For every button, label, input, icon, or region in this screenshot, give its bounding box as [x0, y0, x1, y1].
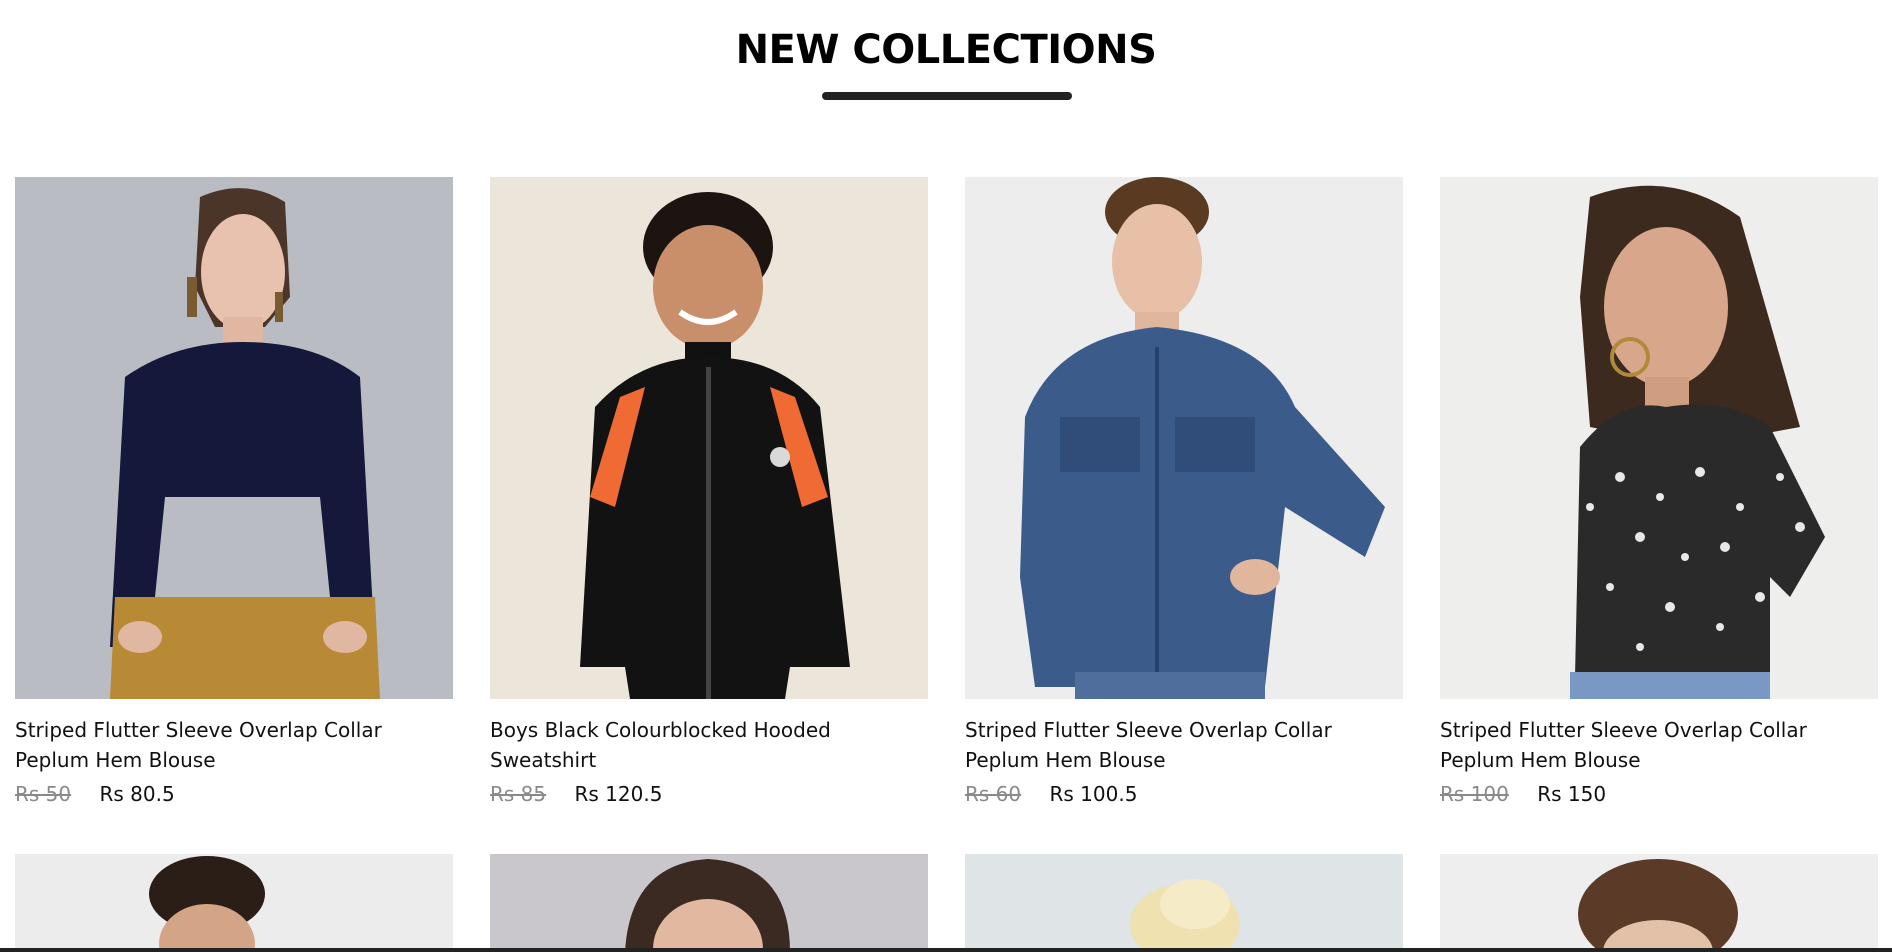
title-underline — [822, 92, 1072, 100]
woman-blonde-hair-image — [965, 854, 1403, 952]
product-prices: Rs 50 Rs 80.5 — [15, 781, 453, 807]
product-image[interactable] — [965, 854, 1403, 952]
product-name[interactable]: Striped Flutter Sleeve Overlap Collar Pe… — [1440, 699, 1870, 775]
product-prices: Rs 60 Rs 100.5 — [965, 781, 1403, 807]
current-price: Rs 150 — [1537, 782, 1607, 806]
product-image[interactable] — [15, 854, 453, 952]
product-image[interactable] — [965, 177, 1403, 699]
product-card[interactable]: Striped Flutter Sleeve Overlap Collar Pe… — [965, 177, 1403, 807]
woman-floral-top-image — [1440, 177, 1878, 699]
product-prices: Rs 100 Rs 150 — [1440, 781, 1878, 807]
bottom-divider — [0, 948, 1892, 952]
old-price: Rs 50 — [15, 782, 72, 806]
current-price: Rs 80.5 — [99, 782, 175, 806]
old-price: Rs 60 — [965, 782, 1022, 806]
product-name[interactable]: Striped Flutter Sleeve Overlap Collar Pe… — [965, 699, 1395, 775]
product-card[interactable] — [490, 854, 928, 952]
old-price: Rs 85 — [490, 782, 547, 806]
product-image[interactable] — [490, 177, 928, 699]
product-prices: Rs 85 Rs 120.5 — [490, 781, 928, 807]
boy-brown-hair-image — [1440, 854, 1878, 952]
woman-dark-hair-image — [490, 854, 928, 952]
product-card[interactable] — [1440, 854, 1878, 952]
product-card[interactable]: Boys Black Colourblocked Hooded Sweatshi… — [490, 177, 928, 807]
product-card[interactable]: Striped Flutter Sleeve Overlap Collar Pe… — [1440, 177, 1878, 807]
product-name[interactable]: Boys Black Colourblocked Hooded Sweatshi… — [490, 699, 920, 775]
product-image[interactable] — [1440, 177, 1878, 699]
product-card[interactable]: Striped Flutter Sleeve Overlap Collar Pe… — [15, 177, 453, 807]
product-name[interactable]: Striped Flutter Sleeve Overlap Collar Pe… — [15, 699, 445, 775]
product-card[interactable] — [15, 854, 453, 952]
old-price: Rs 100 — [1440, 782, 1509, 806]
product-image[interactable] — [1440, 854, 1878, 952]
boy-black-track-jacket-image — [490, 177, 928, 699]
current-price: Rs 120.5 — [574, 782, 663, 806]
product-card[interactable] — [965, 854, 1403, 952]
new-collections-page: NEW COLLECTIONS Striped Flutter Sleeve O… — [0, 0, 1892, 952]
product-image[interactable] — [490, 854, 928, 952]
product-image[interactable] — [15, 177, 453, 699]
current-price: Rs 100.5 — [1049, 782, 1138, 806]
man-curly-hair-image — [15, 854, 453, 952]
man-denim-jacket-image — [965, 177, 1403, 699]
section-title: NEW COLLECTIONS — [735, 27, 1157, 73]
woman-navy-sweater-image — [15, 177, 453, 699]
